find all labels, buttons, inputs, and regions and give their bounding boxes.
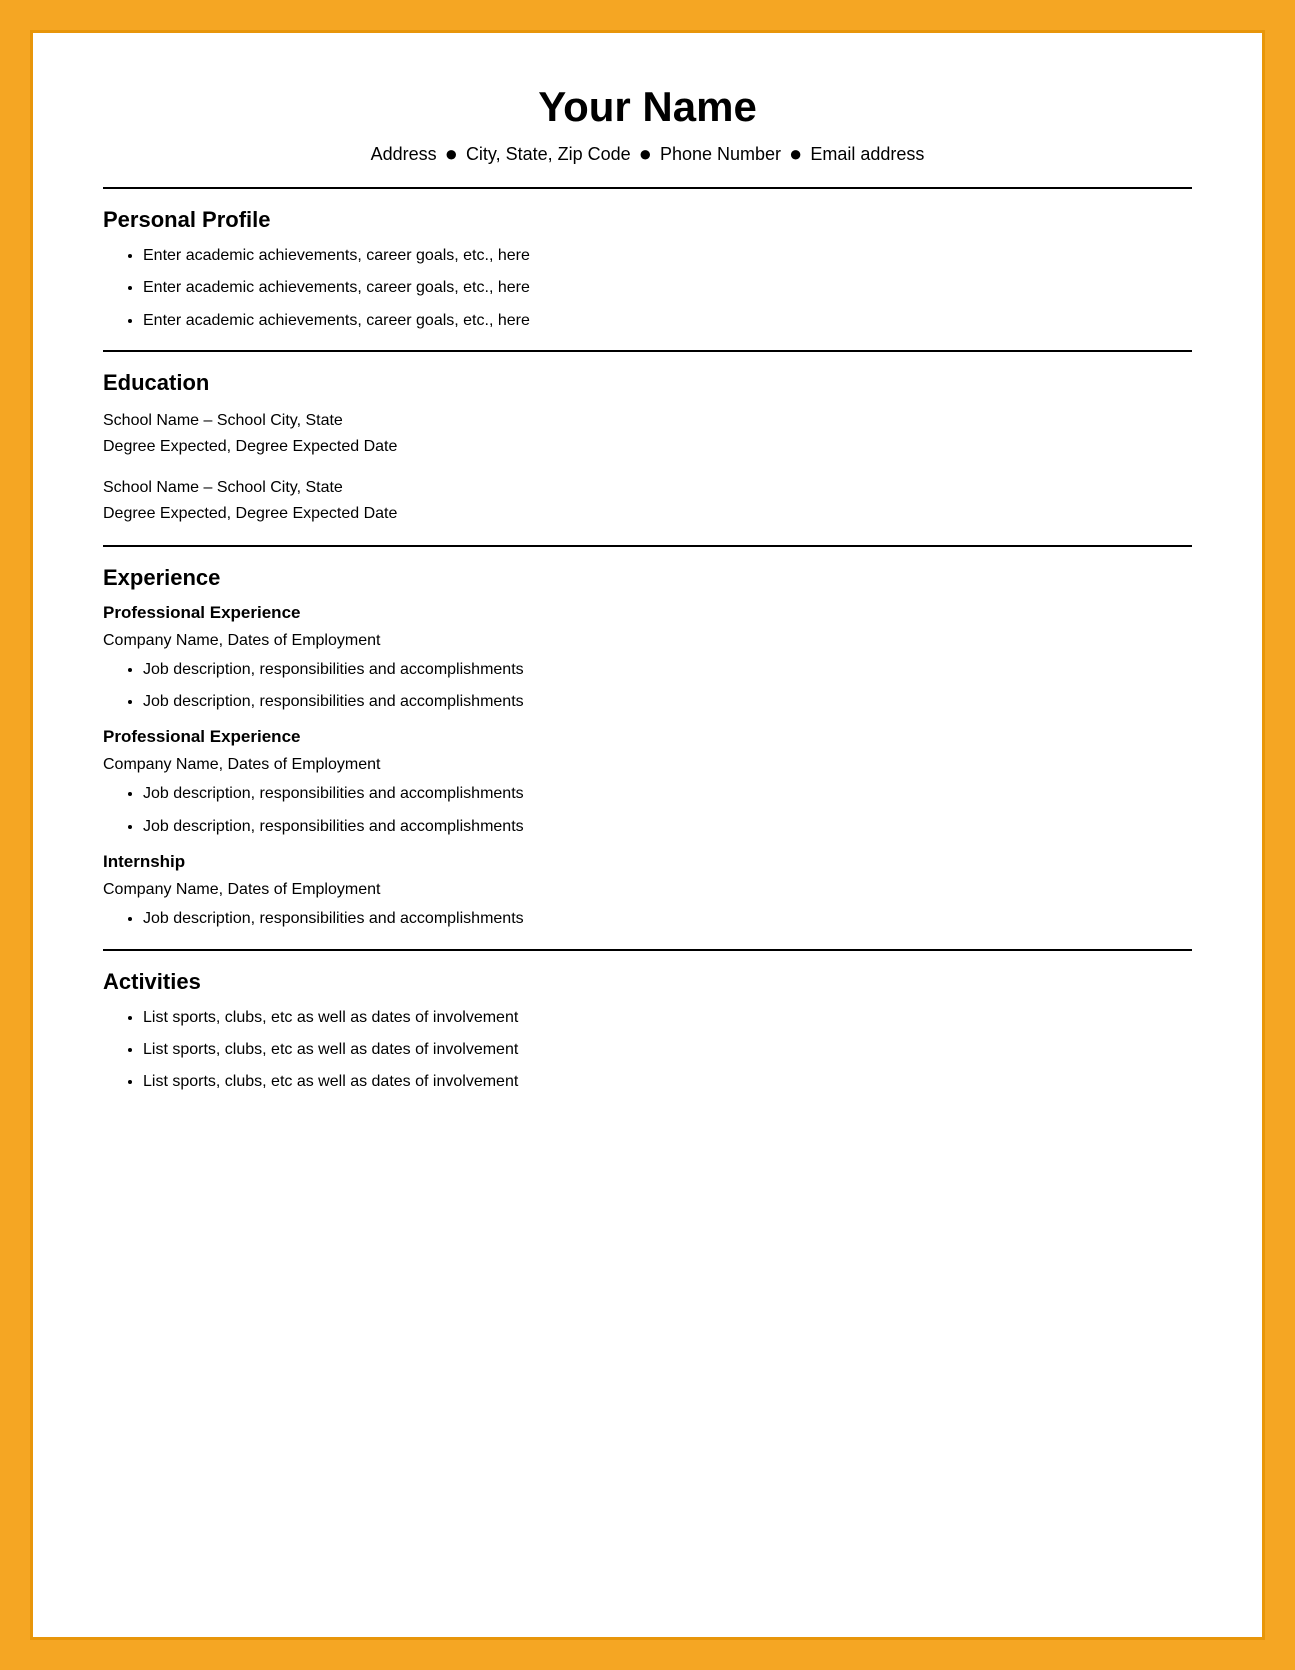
page-wrapper: Your Name Address ● City, State, Zip Cod… — [0, 0, 1295, 1670]
school-degree-2: Degree Expected, Degree Expected Date — [103, 501, 1192, 527]
divider-2 — [103, 350, 1192, 352]
list-item: List sports, clubs, etc as well as dates… — [143, 1071, 1192, 1093]
job-company-3: Company Name, Dates of Employment — [103, 878, 1192, 902]
separator-3: ● — [789, 141, 802, 167]
address-text: Address — [371, 144, 437, 165]
experience-block-2: Professional Experience Company Name, Da… — [103, 727, 1192, 838]
list-item: Job description, responsibilities and ac… — [143, 691, 1192, 713]
contact-line: Address ● City, State, Zip Code ● Phone … — [103, 141, 1192, 167]
job-subtitle-2: Professional Experience — [103, 727, 1192, 747]
list-item: Job description, responsibilities and ac… — [143, 908, 1192, 930]
job-subtitle-3: Internship — [103, 852, 1192, 872]
activities-title: Activities — [103, 969, 1192, 995]
experience-block-1: Professional Experience Company Name, Da… — [103, 603, 1192, 714]
school-name-2: School Name – School City, State — [103, 475, 1192, 501]
separator-1: ● — [445, 141, 458, 167]
list-item: Enter academic achievements, career goal… — [143, 277, 1192, 299]
school-degree-1: Degree Expected, Degree Expected Date — [103, 434, 1192, 460]
school-block-1: School Name – School City, State Degree … — [103, 408, 1192, 459]
experience-section: Experience Professional Experience Compa… — [103, 565, 1192, 931]
divider-4 — [103, 949, 1192, 951]
email-text: Email address — [810, 144, 924, 165]
experience-title: Experience — [103, 565, 1192, 591]
school-name-1: School Name – School City, State — [103, 408, 1192, 434]
experience-block-3: Internship Company Name, Dates of Employ… — [103, 852, 1192, 930]
separator-2: ● — [639, 141, 652, 167]
education-title: Education — [103, 370, 1192, 396]
list-item: Enter academic achievements, career goal… — [143, 310, 1192, 332]
list-item: List sports, clubs, etc as well as dates… — [143, 1007, 1192, 1029]
job-duties-list-3: Job description, responsibilities and ac… — [143, 908, 1192, 930]
job-duties-list-1: Job description, responsibilities and ac… — [143, 659, 1192, 714]
activities-list: List sports, clubs, etc as well as dates… — [143, 1007, 1192, 1094]
job-subtitle-1: Professional Experience — [103, 603, 1192, 623]
job-company-2: Company Name, Dates of Employment — [103, 753, 1192, 777]
list-item: Job description, responsibilities and ac… — [143, 659, 1192, 681]
activities-section: Activities List sports, clubs, etc as we… — [103, 969, 1192, 1094]
job-duties-list-2: Job description, responsibilities and ac… — [143, 783, 1192, 838]
personal-profile-section: Personal Profile Enter academic achievem… — [103, 207, 1192, 332]
personal-profile-list: Enter academic achievements, career goal… — [143, 245, 1192, 332]
divider-1 — [103, 187, 1192, 189]
phone-text: Phone Number — [660, 144, 781, 165]
list-item: List sports, clubs, etc as well as dates… — [143, 1039, 1192, 1061]
personal-profile-title: Personal Profile — [103, 207, 1192, 233]
resume-container: Your Name Address ● City, State, Zip Cod… — [30, 30, 1265, 1640]
list-item: Job description, responsibilities and ac… — [143, 783, 1192, 805]
list-item: Job description, responsibilities and ac… — [143, 816, 1192, 838]
divider-3 — [103, 545, 1192, 547]
resume-name: Your Name — [103, 83, 1192, 131]
header-section: Your Name Address ● City, State, Zip Cod… — [103, 83, 1192, 167]
job-company-1: Company Name, Dates of Employment — [103, 629, 1192, 653]
education-section: Education School Name – School City, Sta… — [103, 370, 1192, 526]
city-state-zip-text: City, State, Zip Code — [466, 144, 631, 165]
list-item: Enter academic achievements, career goal… — [143, 245, 1192, 267]
school-block-2: School Name – School City, State Degree … — [103, 475, 1192, 526]
